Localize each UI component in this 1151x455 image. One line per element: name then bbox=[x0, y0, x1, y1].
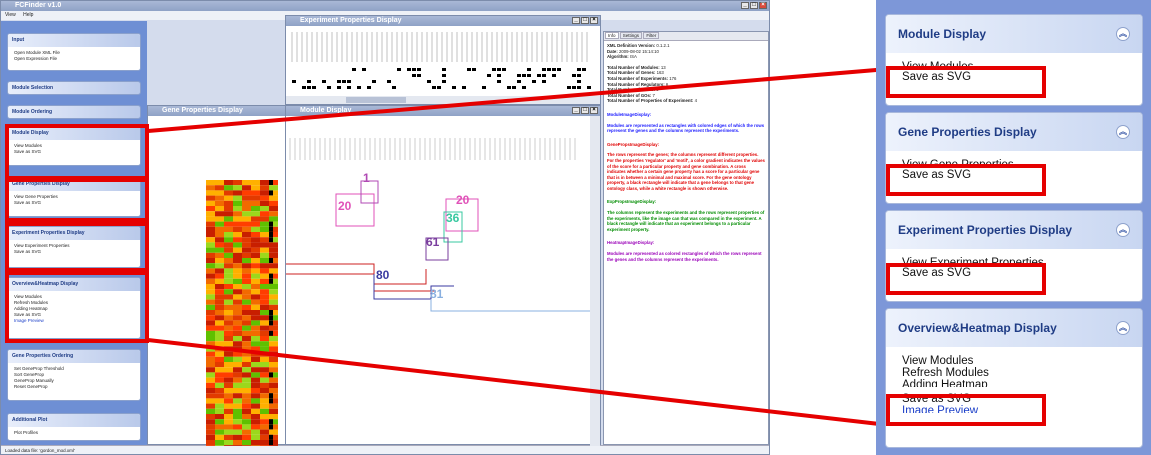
refresh-modules-link[interactable]: Refresh Modules bbox=[902, 367, 1126, 379]
highlight-save-svg-gene bbox=[886, 164, 1046, 196]
collapse-chevron-icon[interactable]: ︽ bbox=[1116, 223, 1130, 237]
panel-title: Overview&Heatmap Display bbox=[898, 321, 1057, 335]
view-modules-link[interactable]: View Modules bbox=[902, 355, 1126, 367]
collapse-chevron-icon[interactable]: ︽ bbox=[1116, 27, 1130, 41]
panel-header[interactable]: Overview&Heatmap Display ︽ bbox=[886, 309, 1142, 347]
panel-title: Module Display bbox=[898, 27, 987, 41]
collapse-chevron-icon[interactable]: ︽ bbox=[1116, 125, 1130, 139]
highlight-save-svg-overview bbox=[886, 394, 1046, 426]
panel-header[interactable]: Module Display ︽ bbox=[886, 15, 1142, 53]
panel-title: Gene Properties Display bbox=[898, 125, 1037, 139]
adding-heatmap-link[interactable]: Adding Heatmap bbox=[902, 379, 1126, 387]
highlight-save-svg-module bbox=[886, 66, 1046, 98]
highlight-save-svg-experiment bbox=[886, 263, 1046, 295]
zoom-panel-overview-heatmap-display: Overview&Heatmap Display ︽ View Modules … bbox=[885, 308, 1143, 448]
collapse-chevron-icon[interactable]: ︽ bbox=[1116, 321, 1130, 335]
panel-title: Experiment Properties Display bbox=[898, 223, 1073, 237]
panel-header[interactable]: Gene Properties Display ︽ bbox=[886, 113, 1142, 151]
panel-header[interactable]: Experiment Properties Display ︽ bbox=[886, 211, 1142, 249]
